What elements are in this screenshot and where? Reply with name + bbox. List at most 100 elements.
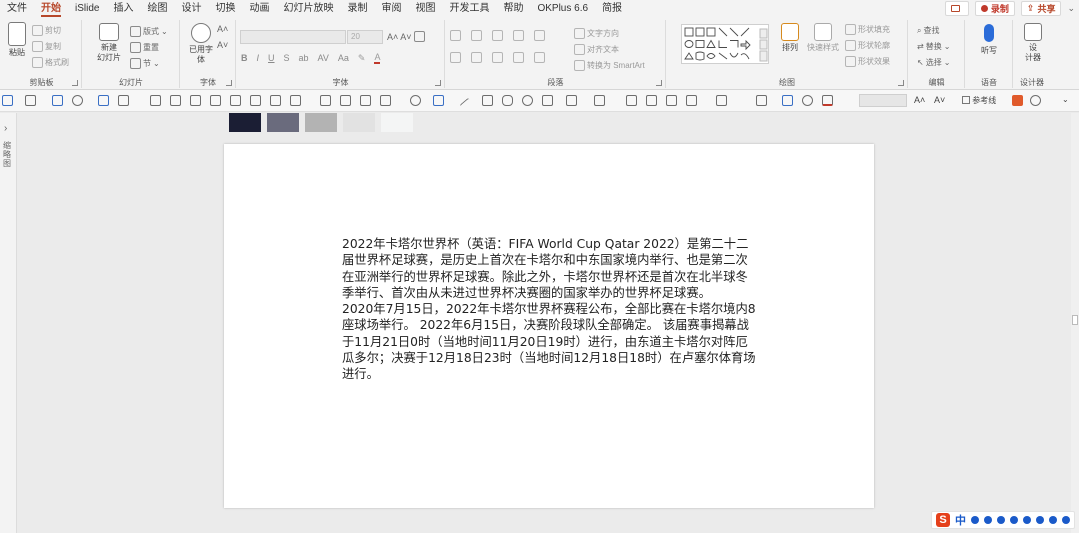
slide-text-box[interactable]: 2022年卡塔尔世界杯（英语：FIFA World Cup Qatar 2022… [342, 236, 756, 383]
shape-elbow2-icon[interactable] [730, 40, 739, 48]
paragraph-launcher-icon[interactable] [656, 80, 662, 86]
copy-button[interactable]: 复制 [32, 41, 61, 52]
used-font-launcher-icon[interactable] [226, 80, 232, 86]
shapes-more-icon[interactable] [759, 50, 768, 62]
shape-leaf-icon[interactable] [706, 53, 716, 59]
text-frame-icon[interactable] [782, 95, 793, 106]
ime-mode-label[interactable]: 中 [955, 512, 966, 528]
select-button[interactable]: ↖ 选择 ⌄ [917, 57, 950, 68]
ime-punct-icon[interactable] [984, 516, 992, 524]
menu-tab[interactable]: 动画 [242, 0, 276, 18]
menu-tab[interactable]: 简报 [595, 0, 629, 18]
section-button[interactable]: 节 ⌄ [130, 58, 160, 69]
send-back-icon[interactable] [340, 95, 351, 106]
font-color-icon[interactable]: A [374, 52, 381, 64]
highlight-icon[interactable]: ✎ [358, 53, 366, 64]
shape-double-arrow-icon[interactable] [740, 27, 750, 37]
line-spacing-icon[interactable] [534, 30, 545, 41]
fill-qat-icon[interactable] [433, 95, 444, 106]
align-left-qat-icon[interactable] [190, 95, 201, 106]
shape-outline-button[interactable]: 形状轮廓 [845, 40, 890, 51]
color-swatch[interactable] [229, 113, 261, 132]
italic-button[interactable]: I [257, 53, 260, 63]
menu-tab[interactable]: 设计 [174, 0, 208, 18]
bullets-icon[interactable] [450, 30, 461, 41]
shape-block-arrow-icon[interactable] [740, 39, 751, 51]
bring-front-icon[interactable] [320, 95, 331, 106]
shape-square-icon[interactable] [695, 40, 705, 48]
qat-settings-icon[interactable] [25, 95, 36, 106]
align-center-qat-icon[interactable] [230, 95, 241, 106]
save-icon[interactable] [52, 95, 63, 106]
font-size-input[interactable]: 20 [347, 30, 383, 44]
rounded-rect-tool-icon[interactable] [502, 95, 513, 106]
menu-tab[interactable]: iSlide [68, 0, 106, 18]
qat-size-input[interactable] [859, 94, 907, 107]
group-icon[interactable] [290, 95, 301, 106]
shape-freeform-icon[interactable] [740, 53, 750, 60]
undo-icon[interactable] [72, 95, 83, 106]
replace-button[interactable]: ⇄ 替换 ⌄ [917, 41, 950, 52]
ime-skin-icon[interactable] [1036, 516, 1044, 524]
shape-line-icon[interactable] [718, 27, 728, 37]
qat-more-icon[interactable]: ⌄ [1062, 95, 1069, 104]
image-icon[interactable] [666, 95, 677, 106]
menu-tab[interactable]: 绘图 [140, 0, 174, 18]
eyedropper-icon[interactable] [802, 95, 813, 106]
menu-tab[interactable]: 切换 [208, 0, 242, 18]
vertical-scrollbar[interactable] [1071, 113, 1079, 533]
align-text-button[interactable]: 对齐文本 [574, 44, 619, 55]
designer-button[interactable]: 设 计器 [1018, 23, 1048, 63]
strikethrough-icon[interactable]: ab [299, 53, 309, 63]
justify-icon[interactable] [513, 52, 524, 63]
menu-tab[interactable]: OKPlus 6.6 [530, 0, 595, 18]
menu-tab[interactable]: 帮助 [496, 0, 530, 18]
color-swatch[interactable] [343, 113, 375, 132]
shape-tool-icon[interactable] [542, 95, 553, 106]
qat-slide-icon[interactable] [2, 95, 13, 106]
shapes-gallery[interactable] [681, 24, 769, 64]
sogou-logo-icon[interactable]: S [936, 513, 950, 527]
new-slide-button[interactable]: 新建 幻灯片 [89, 23, 129, 63]
used-font-button[interactable]: 已用字 体 [185, 23, 217, 65]
clipboard-launcher-icon[interactable] [72, 80, 78, 86]
change-case-icon[interactable]: Aa [338, 53, 349, 63]
text-box-qat-icon[interactable] [716, 95, 727, 106]
color-swatch[interactable] [267, 113, 299, 132]
columns-icon[interactable] [534, 52, 545, 63]
menu-tab[interactable]: 录制 [340, 0, 374, 18]
qat-grow-font-icon[interactable]: A˄ [914, 95, 925, 105]
freeform-tool-icon[interactable] [566, 95, 577, 106]
shape-arrow-icon[interactable] [729, 27, 739, 37]
smartart-button[interactable]: 转换为 SmartArt [574, 60, 645, 71]
menu-tab[interactable]: 视图 [408, 0, 442, 18]
menu-tab[interactable]: 文件 [0, 0, 34, 18]
expand-thumbnails-icon[interactable]: › [4, 123, 7, 134]
char-spacing-icon[interactable]: AV [318, 53, 329, 63]
quick-styles-button[interactable]: 快速样式 [806, 23, 840, 53]
ribbon-collapse-icon[interactable]: ⌄ [1067, 3, 1075, 14]
rect-tool-icon[interactable] [482, 95, 493, 106]
shape-elbow-icon[interactable] [718, 40, 727, 48]
menu-tab[interactable]: 开始 [34, 0, 68, 18]
guides-checkbox[interactable] [962, 96, 970, 104]
decrease-indent-icon[interactable] [492, 30, 503, 41]
format-copy-icon[interactable] [380, 95, 391, 106]
ime-moon-icon[interactable] [971, 516, 979, 524]
ime-shirt-icon[interactable] [1049, 516, 1057, 524]
distribute-v-icon[interactable] [270, 95, 281, 106]
shape-merge-icon[interactable] [410, 95, 421, 106]
shape-oval-icon[interactable] [684, 40, 694, 48]
text-direction-button[interactable]: 文字方向 [574, 28, 619, 39]
ime-emoji-icon[interactable] [997, 516, 1005, 524]
picture-icon[interactable] [626, 95, 637, 106]
comment-button[interactable] [944, 1, 969, 16]
color-swatch[interactable] [381, 113, 413, 132]
ime-mic-icon[interactable] [1010, 516, 1018, 524]
increase-indent-icon[interactable] [513, 30, 524, 41]
qat-close-icon[interactable] [118, 95, 129, 106]
arrange-button[interactable]: 排列 [777, 23, 803, 53]
menu-tab[interactable]: 审阅 [374, 0, 408, 18]
shape-fill-button[interactable]: 形状填充 [845, 24, 890, 35]
layer-icon[interactable] [360, 95, 371, 106]
